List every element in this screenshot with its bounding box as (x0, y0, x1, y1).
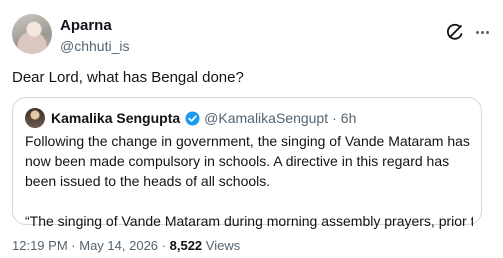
tweet-meta: 12:19 PM · May 14, 2026 · 8,522 Views (12, 238, 240, 253)
verified-badge-icon (185, 110, 200, 126)
author-name[interactable]: Aparna (60, 17, 112, 34)
quoted-tweet-body: Following the change in government, the … (25, 131, 473, 231)
quoted-author-name: Kamalika Sengupta (51, 110, 181, 126)
quoted-paragraph-2: “The singing of Vande Mataram during mor… (25, 213, 473, 229)
meta-separator: · (71, 238, 76, 253)
tweet-text: Dear Lord, what has Bengal done? (12, 69, 244, 86)
quoted-author-handle: @KamalikaSengupt (204, 110, 329, 126)
quoted-tweet-card[interactable]: Kamalika Sengupta @KamalikaSengupt · 6h … (12, 97, 482, 229)
tweet-time[interactable]: 12:19 PM (12, 238, 68, 253)
views-label: Views (205, 238, 241, 253)
more-horizontal-icon[interactable] (476, 31, 489, 34)
meta-separator: · (161, 238, 166, 253)
quoted-tweet-time: 6h (340, 110, 357, 126)
tweet-date[interactable]: May 14, 2026 (79, 238, 158, 253)
quoted-paragraph-1: Following the change in government, the … (25, 133, 470, 189)
author-avatar[interactable] (12, 14, 52, 54)
grok-icon[interactable] (445, 22, 465, 42)
quoted-tweet-header: Kamalika Sengupta @KamalikaSengupt · 6h (51, 110, 356, 126)
quoted-author-avatar (25, 108, 45, 128)
author-handle[interactable]: @chhuti_is (60, 38, 129, 54)
dot-separator: · (332, 110, 337, 126)
views-count: 8,522 (169, 238, 203, 253)
